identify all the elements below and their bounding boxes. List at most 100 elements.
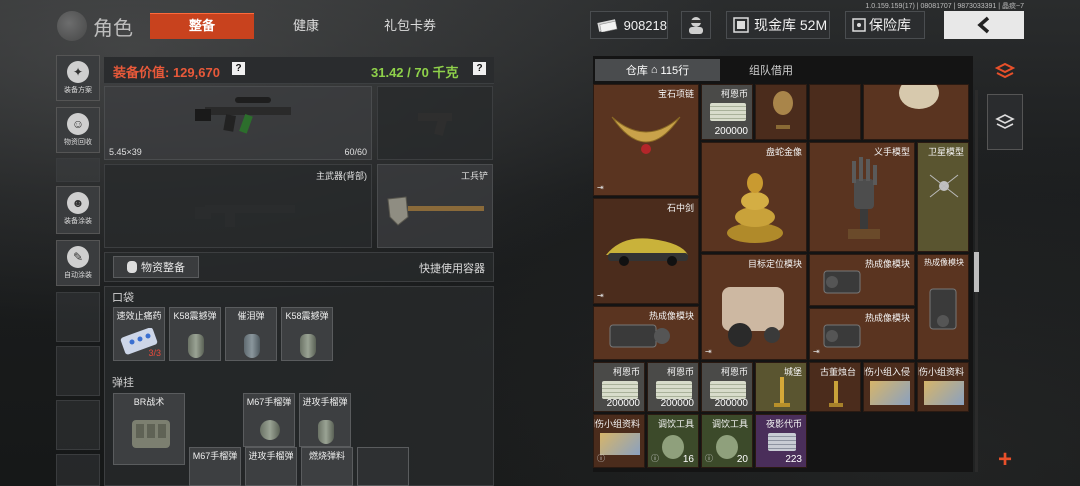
safe-vault-label: 保险库 bbox=[869, 17, 911, 33]
item-count: 200000 bbox=[660, 398, 694, 409]
item-name: M67手榴弹 bbox=[192, 451, 238, 461]
item-thermal-module[interactable]: 热成像模块 bbox=[917, 254, 969, 360]
rig-item-incendiary[interactable]: 燃烧弹料 bbox=[301, 447, 353, 486]
rig-slot[interactable]: BR战术 bbox=[113, 393, 185, 465]
nav-empty-slot bbox=[56, 292, 100, 342]
drink-tool-icon bbox=[662, 435, 684, 459]
tab-equip[interactable]: 整备 bbox=[150, 13, 254, 39]
primary-weapon-slot[interactable]: 5.45×39 60/60 bbox=[104, 86, 372, 160]
item-gem-necklace[interactable]: 宝石项链 ⇥ bbox=[593, 84, 699, 196]
pocket-item-stun-grenade[interactable]: K58震撼弹 bbox=[281, 307, 333, 361]
item-count: 20 bbox=[736, 454, 748, 465]
tab-warehouse[interactable]: 仓库 ⌂ 115行 bbox=[595, 59, 720, 81]
tab-team-borrow[interactable]: 组队借用 bbox=[724, 59, 818, 81]
item-koen-coin[interactable]: 柯恩币 200000 bbox=[701, 362, 753, 412]
nav-recycle[interactable]: ☺ 物资回收 bbox=[56, 107, 100, 153]
candle-holder-icon bbox=[829, 381, 843, 407]
gather-label: 物资整备 bbox=[141, 262, 185, 274]
scrollbar-thumb[interactable] bbox=[974, 252, 979, 292]
item-drink-tool[interactable]: 调饮工具 16 ⓘ bbox=[647, 414, 699, 468]
item-antique-candle[interactable]: 古董烛台 bbox=[809, 362, 861, 412]
help-icon[interactable]: ? bbox=[232, 62, 245, 75]
chest-rig-icon bbox=[132, 420, 170, 448]
nav-loadout-plan[interactable]: ✦ 装备方案 bbox=[56, 55, 100, 101]
item-thermal-module[interactable]: 热成像模块 bbox=[593, 306, 699, 360]
item-teapot[interactable] bbox=[863, 84, 969, 140]
carry-weight: 31.42 / 70 千克 bbox=[371, 65, 459, 80]
item-name: 调饮工具 bbox=[711, 419, 748, 429]
item-thermal-module[interactable]: 热成像模块 bbox=[809, 254, 915, 306]
equipment-value: 装备价值: 129,670 bbox=[113, 65, 220, 80]
item-name: 创伤小组资料 bbox=[918, 367, 964, 377]
rifle-silhouette-icon bbox=[195, 205, 295, 227]
rig-item-m67[interactable]: M67手榴弹 bbox=[189, 447, 241, 486]
item-koen-coin[interactable]: 柯恩币 200000 bbox=[593, 362, 645, 412]
item-vase[interactable] bbox=[755, 84, 807, 140]
backpack-icon bbox=[127, 261, 137, 273]
money-display[interactable]: 908218 bbox=[590, 11, 668, 39]
rifle-icon bbox=[195, 97, 291, 134]
item-target-module[interactable]: 目标定位模块 ⇥ bbox=[701, 254, 807, 360]
operator-avatar-icon bbox=[689, 17, 703, 34]
rig-item-m67[interactable]: M67手榴弹 bbox=[243, 393, 295, 447]
sidearm-slot[interactable] bbox=[377, 86, 493, 160]
item-koen-coin[interactable]: 柯恩币 200000 bbox=[647, 362, 699, 412]
item-castle[interactable]: 城堡 bbox=[755, 362, 807, 412]
gather-supplies-button[interactable]: 物资整备 bbox=[113, 256, 199, 278]
item-satellite-model[interactable]: 卫星模型 bbox=[917, 142, 969, 252]
item-name: 进攻手榴弹 bbox=[248, 451, 294, 461]
item-name: 热成像模块 bbox=[924, 258, 964, 267]
move-icon: ⇥ bbox=[705, 347, 712, 356]
add-button[interactable]: + bbox=[987, 446, 1023, 474]
tab-gift-coupons[interactable]: 礼包卡券 bbox=[360, 13, 460, 39]
quick-use-container[interactable]: 快捷使用容器 bbox=[419, 260, 485, 276]
item-snake-statue[interactable]: 盘蛇金像 bbox=[701, 142, 807, 252]
move-icon: ⇥ bbox=[597, 291, 604, 300]
back-button[interactable] bbox=[944, 11, 1024, 39]
item-shadow-token[interactable]: 夜影代币 223 bbox=[755, 414, 807, 468]
avatar-button[interactable] bbox=[681, 11, 711, 39]
rig-item-offensive-grenade[interactable]: 进攻手榴弹 bbox=[245, 447, 297, 486]
item-name: 盘蛇金像 bbox=[765, 147, 802, 157]
item-count: 16 bbox=[682, 454, 694, 465]
nav-equip-paint[interactable]: ☻ 装备涂装 bbox=[56, 186, 100, 234]
item-drink-tool[interactable]: 调饮工具 20 ⓘ bbox=[701, 414, 753, 468]
item-trauma-team[interactable]: 创伤小组资料 ⓘ bbox=[593, 414, 645, 468]
item-thermal-module[interactable]: 热成像模块 ⇥ bbox=[809, 308, 915, 360]
snake-statue-icon bbox=[727, 173, 783, 243]
tab-health[interactable]: 健康 bbox=[258, 13, 354, 39]
item-empty[interactable] bbox=[809, 84, 861, 140]
info-icon: ⓘ bbox=[705, 454, 713, 463]
item-koen-coin[interactable]: 柯恩币 200000 bbox=[701, 84, 753, 140]
warehouse-grid: 宝石项链 ⇥ 柯恩币 200000 盘蛇金像 义手模型 卫星模型 石中剑 ⇥ 目… bbox=[593, 84, 971, 476]
item-trauma-team[interactable]: 创伤小组资料 bbox=[917, 362, 969, 412]
item-sword-in-stone[interactable]: 石中剑 ⇥ bbox=[593, 198, 699, 304]
nav-empty-slot bbox=[56, 454, 100, 486]
cash-vault-button[interactable]: 现金库 52M bbox=[726, 11, 830, 39]
nav-auto-paint[interactable]: ✎ 自动涂装 bbox=[56, 240, 100, 286]
item-name: 石中剑 bbox=[666, 203, 694, 213]
item-count: 3/3 bbox=[148, 348, 161, 358]
rig-label: 弹挂 bbox=[112, 377, 134, 389]
cash-vault-label: 现金库 52M bbox=[754, 17, 828, 33]
cash-icon bbox=[710, 103, 746, 121]
rig-item-offensive-grenade[interactable]: 进攻手榴弹 bbox=[299, 393, 351, 447]
help-icon[interactable]: ? bbox=[473, 62, 486, 75]
item-name: M67手榴弹 bbox=[246, 397, 292, 407]
item-trauma-team[interactable]: 创伤小组入侵 bbox=[863, 362, 915, 412]
safe-vault-button[interactable]: 保险库 bbox=[845, 11, 925, 39]
pocket-item-painkiller[interactable]: 速效止痛药 3/3 bbox=[113, 307, 165, 361]
sort-button[interactable] bbox=[987, 56, 1023, 88]
pocket-item-stun-grenade[interactable]: K58震撼弹 bbox=[169, 307, 221, 361]
back-weapon-slot[interactable]: 主武器(背部) bbox=[104, 164, 372, 248]
item-hand-model[interactable]: 义手模型 bbox=[809, 142, 915, 252]
rig-empty-slot[interactable] bbox=[357, 447, 409, 486]
move-icon: ⇥ bbox=[813, 347, 820, 356]
token-stack-icon bbox=[768, 433, 796, 451]
layers-refresh-icon bbox=[994, 62, 1016, 79]
item-count: 200000 bbox=[714, 126, 748, 137]
banknote-icon bbox=[597, 19, 618, 32]
melee-slot[interactable]: 工兵铲 bbox=[377, 164, 493, 248]
stack-button[interactable] bbox=[987, 94, 1023, 150]
pocket-item-tear-gas[interactable]: 催泪弹 bbox=[225, 307, 277, 361]
